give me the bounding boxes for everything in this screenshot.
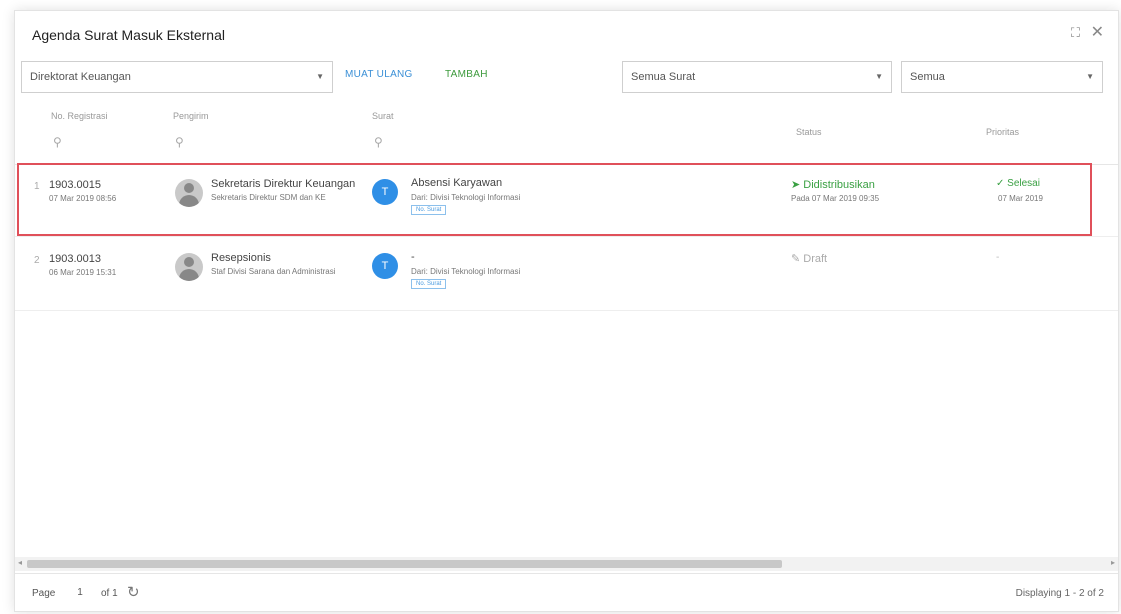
column-header-pengirim[interactable]: Pengirim <box>173 111 209 121</box>
letter-number-tag: No. Surat <box>411 205 447 215</box>
avatar <box>175 253 203 281</box>
registration-number: 1903.0013 <box>49 253 101 265</box>
horizontal-scrollbar[interactable]: ◂ ▸ <box>15 557 1118 571</box>
priority-date: 07 Mar 2019 <box>998 194 1043 203</box>
column-header-surat[interactable]: Surat <box>372 111 394 121</box>
sender-name: Resepsionis <box>211 252 271 264</box>
status-label: Draft <box>803 253 828 265</box>
status-badge: ➤ Didistribusikan <box>791 178 875 191</box>
page-label: Page <box>32 588 56 599</box>
page-total-label: of 1 <box>101 588 118 599</box>
scope-select[interactable]: Semua ▼ <box>901 61 1103 93</box>
reload-button[interactable]: MUAT ULANG <box>345 69 413 80</box>
table-row[interactable]: 1 1903.0015 07 Mar 2019 08:56 Sekretaris… <box>15 167 1118 237</box>
row-index: 2 <box>34 255 40 266</box>
add-button[interactable]: TAMBAH <box>445 69 488 80</box>
directorate-select[interactable]: Direktorat Keuangan ▼ <box>21 61 333 93</box>
chevron-down-icon: ▼ <box>875 72 883 81</box>
letter-number-tag: No. Surat <box>411 279 447 289</box>
status-badge: ✎ Draft <box>791 252 827 265</box>
sender-name: Sekretaris Direktur Keuangan <box>211 178 356 190</box>
scroll-right-icon[interactable]: ▸ <box>1111 558 1115 567</box>
sender-role: Staf Divisi Sarana dan Administrasi <box>211 267 336 276</box>
table-row[interactable]: 2 1903.0013 06 Mar 2019 15:31 Resepsioni… <box>15 241 1118 311</box>
search-icon[interactable]: ⚲ <box>175 135 184 149</box>
priority-badge: ✓ Selesai <box>996 178 1040 189</box>
priority-label: Selesai <box>1007 178 1040 189</box>
agenda-dialog: Agenda Surat Masuk Eksternal ⛶ ✕ Direkto… <box>14 10 1119 612</box>
letter-initial-badge: T <box>372 179 398 205</box>
maximize-icon[interactable]: ⛶ <box>1071 25 1080 41</box>
displaying-count: Displaying 1 - 2 of 2 <box>1015 588 1104 599</box>
scope-select-value: Semua <box>910 71 945 83</box>
scrollbar-thumb[interactable] <box>27 560 782 568</box>
search-icon[interactable]: ⚲ <box>53 135 62 149</box>
page-number-input[interactable]: 1 <box>68 584 92 602</box>
letter-filter-select[interactable]: Semua Surat ▼ <box>622 61 892 93</box>
refresh-icon[interactable]: ↻ <box>127 583 140 601</box>
dialog-title: Agenda Surat Masuk Eksternal <box>32 27 225 43</box>
letter-origin: Dari: Divisi Teknologi Informasi <box>411 193 521 202</box>
check-icon: ✓ <box>996 178 1005 189</box>
status-date: Pada 07 Mar 2019 09:35 <box>791 194 880 203</box>
scroll-left-icon[interactable]: ◂ <box>18 558 22 567</box>
letter-origin: Dari: Divisi Teknologi Informasi <box>411 267 521 276</box>
grid-header: No. Registrasi ⚲ Pengirim ⚲ Surat ⚲ Stat… <box>15 103 1118 165</box>
column-header-prioritas[interactable]: Prioritas <box>986 127 1019 137</box>
registration-number: 1903.0015 <box>49 179 101 191</box>
priority-label: - <box>996 252 1000 263</box>
send-icon: ➤ <box>791 179 801 191</box>
letter-filter-value: Semua Surat <box>631 71 696 83</box>
column-header-no-registrasi[interactable]: No. Registrasi <box>51 111 108 121</box>
chevron-down-icon: ▼ <box>316 72 324 81</box>
letter-title: Absensi Karyawan <box>411 177 503 189</box>
directorate-select-value: Direktorat Keuangan <box>30 71 131 83</box>
toolbar: Direktorat Keuangan ▼ MUAT ULANG TAMBAH … <box>15 61 1118 95</box>
column-header-status[interactable]: Status <box>796 127 822 137</box>
letter-title: - <box>411 251 415 263</box>
registration-date: 06 Mar 2019 15:31 <box>49 268 117 277</box>
pencil-icon: ✎ <box>791 253 801 265</box>
row-index: 1 <box>34 181 40 192</box>
registration-date: 07 Mar 2019 08:56 <box>49 194 117 203</box>
sender-role: Sekretaris Direktur SDM dan KE <box>211 193 326 202</box>
pagination-bar: Page 1 of 1 ↻ Displaying 1 - 2 of 2 <box>15 573 1118 613</box>
search-icon[interactable]: ⚲ <box>374 135 383 149</box>
close-icon[interactable]: ✕ <box>1091 25 1104 41</box>
letter-initial-badge: T <box>372 253 398 279</box>
dialog-titlebar: Agenda Surat Masuk Eksternal ⛶ ✕ <box>15 11 1118 57</box>
status-label: Didistribusikan <box>803 179 875 191</box>
avatar <box>175 179 203 207</box>
chevron-down-icon: ▼ <box>1086 72 1094 81</box>
